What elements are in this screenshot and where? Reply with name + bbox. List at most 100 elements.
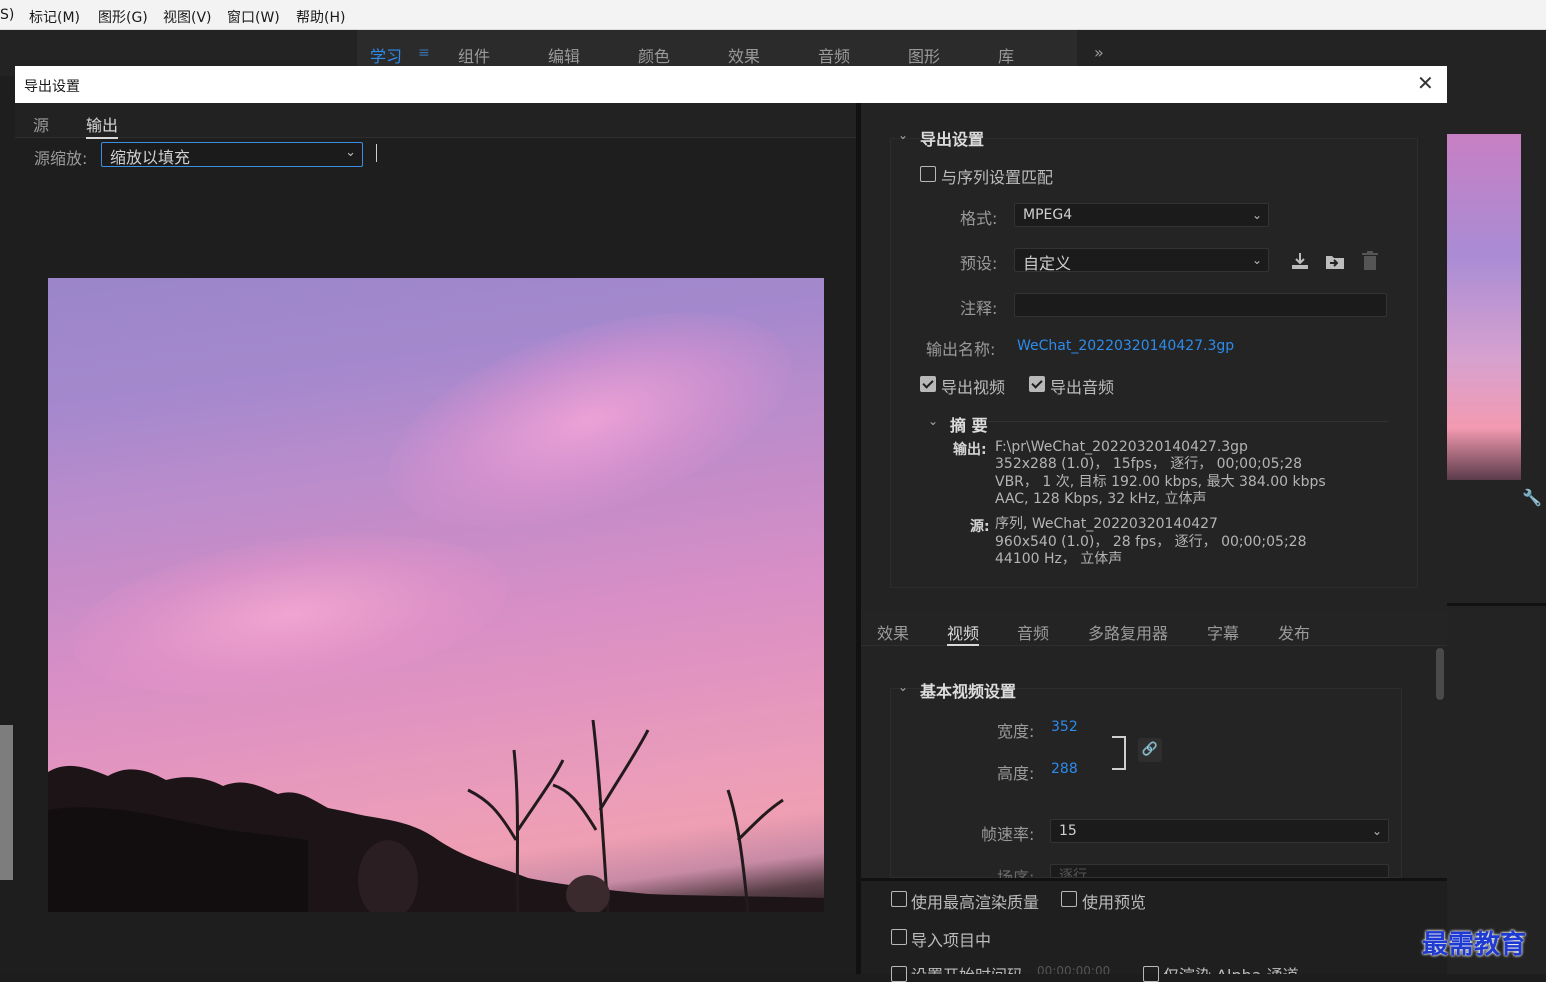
field-order-value: 逐行 xyxy=(1059,868,1087,878)
text-caret xyxy=(376,144,377,162)
chevron-down-icon: ⌄ xyxy=(345,145,356,160)
format-label: 格式: xyxy=(960,209,998,228)
summary-source-line: 44100 Hz， 立体声 xyxy=(995,551,1123,567)
tab-source[interactable]: 源 xyxy=(33,112,49,136)
scrollbar-thumb[interactable] xyxy=(1436,648,1444,700)
start-timecode-label: 设置开始时间码 xyxy=(911,962,1023,974)
width-value[interactable]: 352 xyxy=(1051,719,1078,735)
tab-captions[interactable]: 字幕 xyxy=(1207,620,1239,644)
save-preset-icon[interactable] xyxy=(1289,250,1311,272)
workspace-menu-icon[interactable]: ≡ xyxy=(418,45,430,61)
source-scaling-select[interactable]: 缩放以填充 ⌄ xyxy=(101,142,363,167)
width-label: 宽度: xyxy=(997,722,1035,741)
preset-value: 自定义 xyxy=(1023,254,1072,273)
summary-divider xyxy=(988,421,1388,422)
import-into-project-label: 导入项目中 xyxy=(911,931,992,950)
preview-silhouette xyxy=(48,719,824,912)
export-audio-label: 导出音频 xyxy=(1050,378,1115,397)
menu-item-graphics[interactable]: 图形(G) xyxy=(98,7,148,27)
tab-video[interactable]: 视频 xyxy=(947,620,980,646)
start-timecode-value[interactable]: 00;00;00;00 xyxy=(1037,964,1110,974)
max-render-quality-label: 使用最高渲染质量 xyxy=(911,893,1040,912)
menu-item-view[interactable]: 视图(V) xyxy=(163,7,212,27)
export-settings-heading: 导出设置 xyxy=(920,130,985,149)
menu-item-s[interactable]: S) xyxy=(0,7,14,23)
summary-output-line: VBR， 1 次, 目标 192.00 kbps, 最大 384.00 kbps xyxy=(995,474,1326,490)
workspace-tab-learn[interactable]: 学习 xyxy=(370,43,402,67)
format-value: MPEG4 xyxy=(1023,207,1073,223)
workspace-tab-graphics[interactable]: 图形 xyxy=(908,43,940,67)
export-video-checkbox[interactable] xyxy=(920,376,936,392)
tab-publish[interactable]: 发布 xyxy=(1278,620,1310,644)
output-name-label: 输出名称: xyxy=(926,340,996,359)
use-preview-label: 使用预览 xyxy=(1082,893,1147,912)
framerate-value: 15 xyxy=(1059,823,1077,839)
height-value[interactable]: 288 xyxy=(1051,761,1078,777)
import-into-project-checkbox[interactable] xyxy=(891,929,907,945)
background-panel-left-block xyxy=(0,725,13,880)
field-order-select[interactable]: 逐行 xyxy=(1050,864,1389,878)
summary-heading: 摘 要 xyxy=(950,416,988,435)
summary-output-key: 输出: xyxy=(953,442,987,458)
chevron-down-icon[interactable]: ⌄ xyxy=(898,680,908,694)
tab-audio[interactable]: 音频 xyxy=(1017,620,1049,644)
match-sequence-label: 与序列设置匹配 xyxy=(941,168,1054,187)
watermark-logo: 最需教育 xyxy=(1422,930,1527,960)
preview-tabs xyxy=(15,103,856,138)
preset-label: 预设: xyxy=(960,254,998,273)
tab-multiplexer[interactable]: 多路复用器 xyxy=(1088,620,1168,644)
program-monitor-thumbnail xyxy=(1447,134,1521,480)
menu-item-help[interactable]: 帮助(H) xyxy=(296,7,345,27)
summary-source-line: 960x540 (1.0)， 28 fps， 逐行， 00;00;05;28 xyxy=(995,534,1307,550)
summary-source-line: 序列, WeChat_20220320140427 xyxy=(995,516,1218,532)
max-render-quality-checkbox[interactable] xyxy=(891,891,907,907)
workspace-more-icon[interactable]: » xyxy=(1094,43,1104,62)
field-order-label: 场序: xyxy=(997,868,1035,878)
height-label: 高度: xyxy=(997,764,1035,783)
preset-select[interactable]: 自定义 ⌄ xyxy=(1014,248,1269,273)
chevron-down-icon: ⌄ xyxy=(1371,824,1382,838)
workspace-tab-effects[interactable]: 效果 xyxy=(728,43,760,67)
match-sequence-checkbox[interactable] xyxy=(920,166,936,182)
wrench-icon[interactable]: 🔧 xyxy=(1522,488,1542,507)
chevron-down-icon[interactable]: ⌄ xyxy=(928,414,938,428)
workspace-tab-audio[interactable]: 音频 xyxy=(818,43,850,67)
alpha-only-label: 仅渲染 Alpha 通道 xyxy=(1163,962,1299,974)
comment-label: 注释: xyxy=(960,299,998,318)
basic-video-settings-group xyxy=(890,688,1402,878)
export-audio-checkbox[interactable] xyxy=(1029,376,1045,392)
source-scaling-value: 缩放以填充 xyxy=(110,148,191,167)
import-preset-icon[interactable] xyxy=(1324,250,1346,272)
basic-video-heading: 基本视频设置 xyxy=(920,682,1017,701)
menu-item-marker[interactable]: 标记(M) xyxy=(29,7,80,27)
framerate-select[interactable]: 15 ⌄ xyxy=(1050,819,1389,843)
panel-divider xyxy=(1447,603,1546,606)
framerate-label: 帧速率: xyxy=(981,825,1035,844)
export-video-label: 导出视频 xyxy=(941,378,1006,397)
summary-source-key: 源: xyxy=(970,519,990,535)
source-scaling-label: 源缩放: xyxy=(34,149,88,168)
summary-output-line: F:\pr\WeChat_20220320140427.3gp xyxy=(995,439,1248,455)
dimension-link-bracket xyxy=(1112,736,1126,770)
menu-item-window[interactable]: 窗口(W) xyxy=(227,7,280,27)
summary-output-line: 352x288 (1.0)， 15fps， 逐行， 00;00;05;28 xyxy=(995,456,1303,472)
workspace-tab-editing[interactable]: 编辑 xyxy=(548,43,580,67)
workspace-tab-color[interactable]: 颜色 xyxy=(638,43,670,67)
output-name-link[interactable]: WeChat_20220320140427.3gp xyxy=(1017,338,1234,354)
tab-output[interactable]: 输出 xyxy=(86,112,119,139)
summary-output-line: AAC, 128 Kbps, 32 kHz, 立体声 xyxy=(995,491,1207,507)
workspace-tab-assembly[interactable]: 组件 xyxy=(458,43,490,67)
trash-icon[interactable] xyxy=(1359,250,1381,272)
chevron-down-icon[interactable]: ⌄ xyxy=(898,128,908,142)
use-preview-checkbox[interactable] xyxy=(1061,891,1077,907)
dialog-titlebar xyxy=(15,66,1447,103)
link-icon[interactable]: 🔗 xyxy=(1138,738,1162,762)
format-select[interactable]: MPEG4 ⌄ xyxy=(1014,203,1269,227)
tab-effects[interactable]: 效果 xyxy=(877,620,909,644)
start-timecode-checkbox[interactable] xyxy=(891,966,907,982)
alpha-only-checkbox[interactable] xyxy=(1143,966,1159,982)
dialog-title: 导出设置 xyxy=(24,79,80,95)
workspace-tab-libraries[interactable]: 库 xyxy=(998,43,1014,67)
comment-input[interactable] xyxy=(1014,293,1387,317)
close-icon[interactable]: ✕ xyxy=(1417,72,1434,94)
